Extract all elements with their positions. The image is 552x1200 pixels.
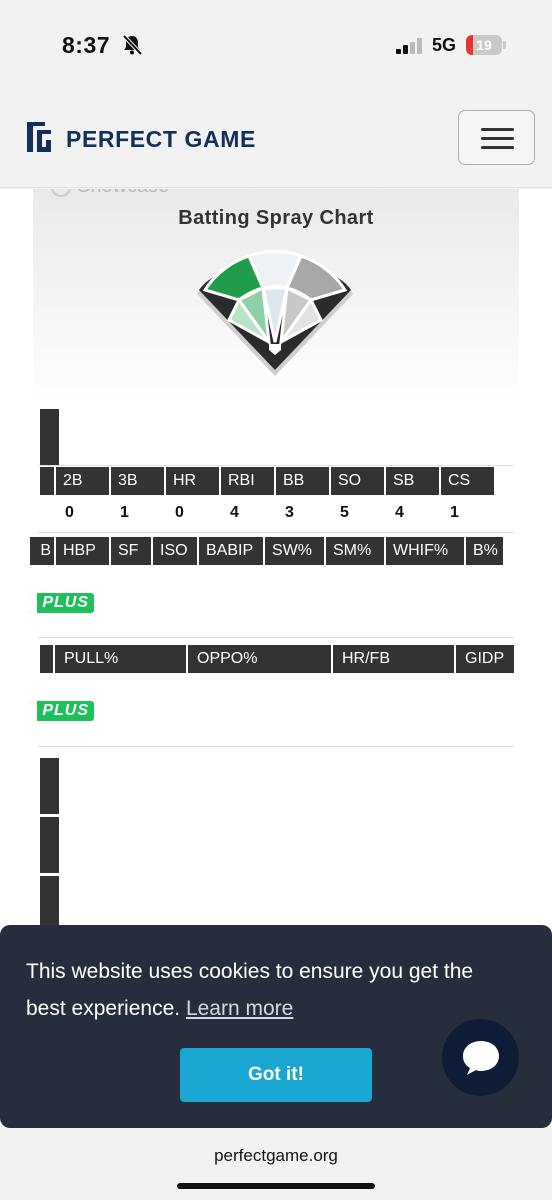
cellular-signal-icon: [396, 38, 422, 54]
stat-value: 4: [395, 504, 404, 521]
battery-cap: [503, 41, 506, 49]
plus-badge[interactable]: PLUS: [28, 701, 94, 721]
stat-header: B%: [466, 537, 503, 565]
menu-line: [481, 128, 514, 131]
stat-value: 1: [120, 504, 129, 521]
menu-line: [481, 146, 514, 149]
stat-header: ISO: [153, 537, 197, 565]
stat-value: 1: [450, 504, 459, 521]
stat-header: PULL%: [55, 645, 186, 673]
stat-header: HBP: [56, 537, 109, 565]
stat-header: 3B: [111, 467, 164, 495]
plus-badge-label: PLUS: [42, 702, 89, 719]
stat-header: BB: [276, 467, 329, 495]
cookie-message-block: This website uses cookies to ensure you …: [26, 953, 506, 1027]
stat-header: 2B: [56, 467, 109, 495]
clock: 8:37: [62, 32, 111, 58]
stat-header: SB: [386, 467, 439, 495]
stat-header: SF: [111, 537, 151, 565]
chat-button[interactable]: [442, 1019, 519, 1096]
stat-value: 0: [65, 504, 74, 521]
plus-badge-label: PLUS: [42, 594, 89, 611]
spray-chart-field-icon: [197, 250, 353, 376]
battery-icon: 19: [466, 35, 502, 55]
status-bar: 8:37 5G 19: [0, 0, 552, 88]
showcase-radio-ghost: Showcase: [51, 189, 169, 198]
spray-chart-card: Showcase Batting Spray Chart: [33, 189, 519, 403]
spray-chart-title: Batting Spray Chart: [178, 207, 374, 229]
menu-line: [481, 137, 514, 140]
plus-badge[interactable]: PLUS: [28, 593, 94, 613]
stat-header: OPPO%: [188, 645, 331, 673]
brand-name[interactable]: PERFECT GAME: [66, 126, 256, 153]
stat-header: SM%: [326, 537, 384, 565]
row-label-block: [40, 876, 59, 932]
stats-header-row-3: PULL% OPPO% HR/FB GIDP: [40, 645, 516, 673]
stat-header: GIDP: [456, 645, 514, 673]
stat-value: 5: [340, 504, 349, 521]
stat-header: B: [30, 537, 54, 565]
stat-value: 3: [285, 504, 294, 521]
hamburger-menu-button[interactable]: [458, 110, 535, 165]
stats-header-row-2: B HBP SF ISO BABIP SW% SM% WHIF% B%: [30, 537, 505, 565]
divider: [38, 746, 514, 747]
row-label-block: [40, 409, 59, 465]
stat-header: RBI: [221, 467, 274, 495]
stat-header: BABIP: [199, 537, 263, 565]
battery-level: 19: [476, 37, 492, 53]
silent-bell-icon: [122, 34, 143, 56]
stat-header: HR/FB: [333, 645, 454, 673]
stat-header: [40, 467, 54, 495]
chat-bubble-icon: [463, 1041, 499, 1075]
row-label-block: [40, 817, 59, 873]
learn-more-link[interactable]: Learn more: [186, 997, 293, 1020]
site-header: PERFECT GAME: [0, 88, 552, 188]
divider: [38, 532, 514, 533]
network-type: 5G: [432, 35, 457, 55]
pg-logo-icon[interactable]: [25, 120, 53, 154]
home-indicator[interactable]: [177, 1183, 375, 1189]
got-it-button[interactable]: Got it!: [180, 1048, 372, 1102]
stat-value: 4: [230, 504, 239, 521]
url-bar[interactable]: perfectgame.org: [0, 1146, 552, 1166]
browser-bottom-bar: perfectgame.org: [0, 1128, 552, 1200]
row-label-block: [40, 758, 59, 814]
stats-header-row-1: 2B 3B HR RBI BB SO SB CS: [40, 467, 496, 495]
stat-value: 0: [175, 504, 184, 521]
stat-header: [40, 645, 53, 673]
divider: [38, 465, 514, 466]
divider: [38, 637, 514, 638]
cookie-banner: This website uses cookies to ensure you …: [0, 925, 552, 1128]
stat-header: SO: [331, 467, 384, 495]
stat-header: SW%: [265, 537, 324, 565]
stat-header: HR: [166, 467, 219, 495]
stat-header: CS: [441, 467, 494, 495]
stat-header: WHIF%: [386, 537, 464, 565]
